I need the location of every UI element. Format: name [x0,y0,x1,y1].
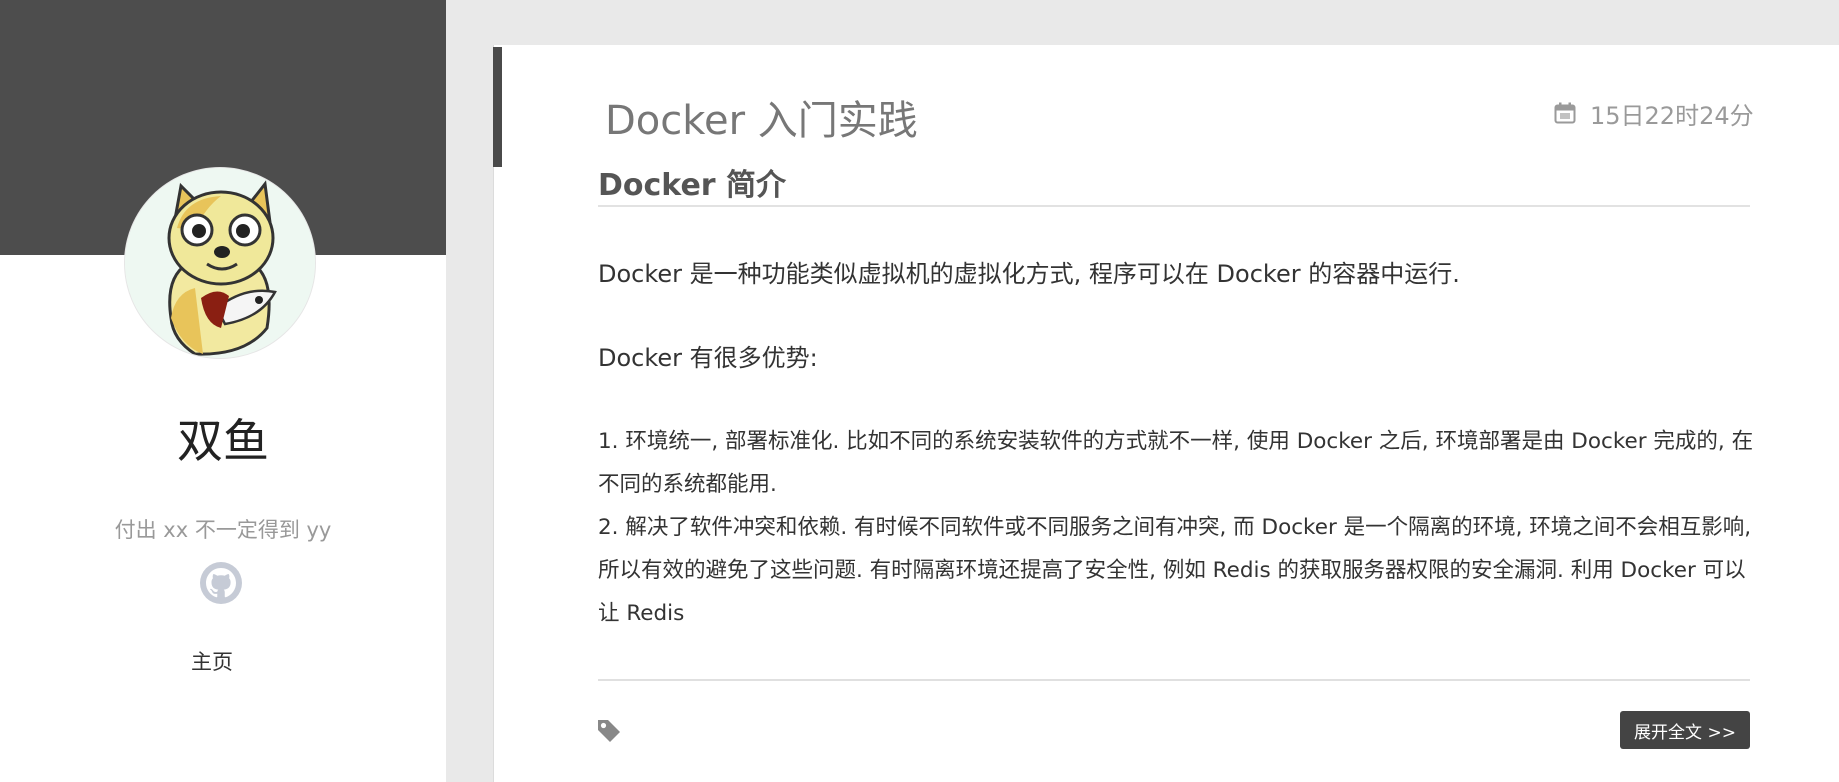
post-date: 15日22时24分 [1554,96,1754,130]
heading-divider [598,205,1750,207]
intro-paragraph: Docker 是一种功能类似虚拟机的虚拟化方式, 程序可以在 Docker 的容… [598,260,1460,288]
list-item: 2. 解决了软件冲突和依赖. 有时候不同软件或不同服务之间有冲突, 而 Dock… [598,515,1752,626]
advantages-paragraph: Docker 有很多优势: [598,344,818,372]
post-card-accent [493,47,502,167]
github-link[interactable] [200,562,242,604]
calendar-icon [1554,102,1576,124]
advantages-list: 1. 环境统一, 部署标准化. 比如不同的系统安装软件的方式就不一样, 使用 D… [598,420,1756,635]
site-name: 双鱼 [177,414,269,468]
doge-avatar-image [125,168,315,358]
sidebar: 双鱼 付出 xx 不一定得到 yy 主页 [0,0,446,782]
read-more-button[interactable]: 展开全文 >> [1620,711,1750,749]
post-title[interactable]: Docker 入门实践 [605,88,918,146]
github-icon [206,568,236,598]
section-heading: Docker 简介 [598,168,787,203]
site-motto: 付出 xx 不一定得到 yy [114,518,332,542]
nav-home-link[interactable]: 主页 [0,646,424,676]
tag-icon[interactable] [596,718,622,744]
post-date-text: 15日22时24分 [1590,101,1754,130]
footer-divider [598,679,1750,681]
post-card [493,45,1839,782]
avatar[interactable] [125,168,315,358]
list-item: 1. 环境统一, 部署标准化. 比如不同的系统安装软件的方式就不一样, 使用 D… [598,429,1754,497]
